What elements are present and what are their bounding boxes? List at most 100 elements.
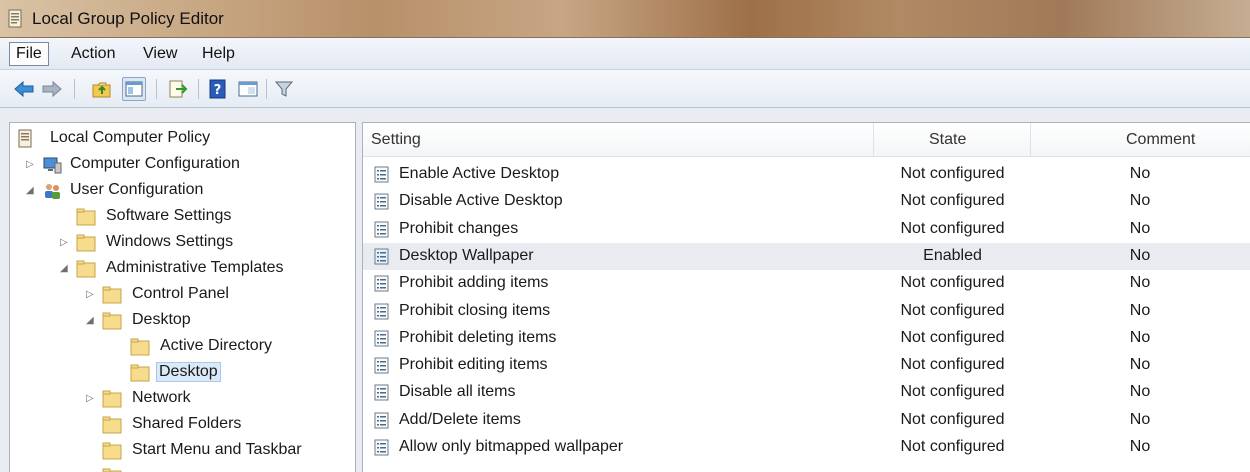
menu-file[interactable]: File xyxy=(9,42,49,66)
collapse-arrow-icon[interactable]: ◢ xyxy=(60,263,70,275)
setting-name: Allow only bitmapped wallpaper xyxy=(399,438,624,455)
policy-setting-icon xyxy=(374,412,389,429)
table-row[interactable]: Prohibit editing items Not configured No xyxy=(363,352,1250,379)
tree-item-label: Computer Configuration xyxy=(70,155,240,172)
folder-icon xyxy=(130,338,150,356)
extended-view-icon[interactable] xyxy=(236,77,260,101)
tree-item-label: Windows Settings xyxy=(106,233,234,250)
expand-arrow-icon[interactable]: ▷ xyxy=(86,393,96,405)
table-row[interactable]: Prohibit deleting items Not configured No xyxy=(363,325,1250,352)
folder-icon xyxy=(102,442,122,460)
collapse-arrow-icon[interactable]: ◢ xyxy=(26,185,36,197)
setting-state: Not configured xyxy=(900,438,1005,455)
tree-item-label: Software Settings xyxy=(106,207,232,224)
setting-comment: No xyxy=(1129,438,1151,455)
menu-view[interactable]: View xyxy=(137,44,183,64)
table-row[interactable]: Prohibit changes Not configured No xyxy=(363,216,1250,243)
policy-setting-icon xyxy=(374,330,389,347)
folder-icon xyxy=(102,468,122,472)
folder-icon xyxy=(102,312,122,330)
expand-arrow-icon[interactable]: ▷ xyxy=(60,237,70,249)
collapse-arrow-icon[interactable]: ◢ xyxy=(86,315,96,327)
folder-icon xyxy=(76,208,96,226)
tree-item-label: Active Directory xyxy=(160,337,273,354)
table-row[interactable]: Disable Active Desktop Not configured No xyxy=(363,188,1250,215)
setting-comment: No xyxy=(1129,410,1151,428)
setting-name: Add/Delete items xyxy=(399,410,521,428)
tree-item-start-menu-and-taskbar[interactable]: Start Menu and Taskbar xyxy=(10,439,355,465)
tree-item-administrative-templates[interactable]: ◢ Administrative Templates xyxy=(10,257,355,283)
table-row[interactable]: Disable all items Not configured No xyxy=(363,379,1250,406)
tree-item-label: Local Computer Policy xyxy=(50,129,211,146)
console-tree: Local Computer Policy ▷ Computer Configu… xyxy=(9,122,356,472)
setting-name: Prohibit editing items xyxy=(399,356,548,374)
setting-name: Prohibit closing items xyxy=(399,301,551,319)
column-header-state[interactable]: State xyxy=(929,123,966,157)
folder-icon xyxy=(130,364,150,382)
setting-state: Not configured xyxy=(900,328,1005,346)
setting-state: Not configured xyxy=(900,383,1005,401)
setting-state: Not configured xyxy=(900,274,1005,292)
setting-name: Disable Active Desktop xyxy=(399,192,563,210)
menu-help[interactable]: Help xyxy=(196,44,241,64)
table-row[interactable]: Add/Delete items Not configured No xyxy=(363,407,1250,434)
tree-item-software-settings[interactable]: Software Settings xyxy=(10,205,355,231)
tree-item-label: Shared Folders xyxy=(132,415,242,432)
setting-state: Not configured xyxy=(900,192,1005,210)
tree-item-user-configuration[interactable]: ◢ User Configuration xyxy=(10,179,355,205)
table-row[interactable]: Enable Active Desktop Not configured No xyxy=(363,161,1250,188)
setting-name: Disable all items xyxy=(399,383,516,401)
tree-item-control-panel[interactable]: ▷ Control Panel xyxy=(10,283,355,309)
window-title: Local Group Policy Editor xyxy=(32,9,224,28)
setting-comment: No xyxy=(1129,328,1151,346)
policy-setting-icon xyxy=(374,384,389,401)
expand-arrow-icon[interactable]: ▷ xyxy=(86,289,96,301)
folder-icon xyxy=(102,416,122,434)
tree-item-label: Desktop xyxy=(132,311,191,328)
column-header-comment[interactable]: Comment xyxy=(1126,123,1195,157)
export-list-icon[interactable] xyxy=(166,77,190,101)
setting-name: Enable Active Desktop xyxy=(399,165,560,182)
up-folder-icon[interactable] xyxy=(90,77,114,101)
expand-arrow-icon[interactable]: ▷ xyxy=(26,159,36,171)
tree-item-label: Desktop xyxy=(156,362,221,382)
setting-comment: No xyxy=(1129,383,1151,401)
toolbar: ? xyxy=(0,70,1250,108)
tree-item-computer-configuration[interactable]: ▷ Computer Configuration xyxy=(10,153,355,179)
back-arrow-icon[interactable] xyxy=(12,77,36,101)
setting-comment: No xyxy=(1129,356,1151,374)
tree-item-partial[interactable] xyxy=(10,465,355,472)
filter-icon[interactable] xyxy=(272,77,296,101)
setting-name: Desktop Wallpaper xyxy=(399,246,534,264)
show-hide-console-tree-icon[interactable] xyxy=(122,77,146,101)
setting-comment: No xyxy=(1129,246,1151,264)
table-row[interactable]: Prohibit closing items Not configured No xyxy=(363,298,1250,325)
setting-state: Not configured xyxy=(900,165,1005,182)
policy-setting-icon xyxy=(374,193,389,210)
tree-item-desktop-selected[interactable]: Desktop xyxy=(10,361,355,387)
tree-item-local-computer-policy[interactable]: Local Computer Policy xyxy=(10,127,355,153)
tree-item-label: User Configuration xyxy=(70,181,204,198)
setting-state: Not configured xyxy=(900,410,1005,428)
tree-item-active-directory[interactable]: Active Directory xyxy=(10,335,355,361)
tree-item-network[interactable]: ▷ Network xyxy=(10,387,355,413)
policy-setting-icon xyxy=(374,357,389,374)
table-row[interactable]: Desktop Wallpaper Enabled No xyxy=(363,242,1250,270)
tree-item-label: Start Menu and Taskbar xyxy=(132,441,302,458)
tree-item-desktop-parent[interactable]: ◢ Desktop xyxy=(10,309,355,335)
table-row[interactable]: Prohibit adding items Not configured No xyxy=(363,270,1250,297)
column-header-setting[interactable]: Setting xyxy=(371,123,421,157)
setting-name: Prohibit deleting items xyxy=(399,328,557,346)
folder-icon xyxy=(76,260,96,278)
tree-item-label: Administrative Templates xyxy=(106,259,284,276)
table-row[interactable]: Allow only bitmapped wallpaper Not config… xyxy=(363,434,1250,461)
setting-comment: No xyxy=(1129,219,1151,237)
menu-action[interactable]: Action xyxy=(65,44,121,64)
forward-arrow-icon[interactable] xyxy=(40,77,64,101)
folder-icon xyxy=(102,286,122,304)
policy-doc-icon xyxy=(18,129,32,148)
title-bar[interactable]: Local Group Policy Editor xyxy=(0,0,1250,38)
tree-item-windows-settings[interactable]: ▷ Windows Settings xyxy=(10,231,355,257)
tree-item-shared-folders[interactable]: Shared Folders xyxy=(10,413,355,439)
help-icon[interactable]: ? xyxy=(206,77,230,101)
